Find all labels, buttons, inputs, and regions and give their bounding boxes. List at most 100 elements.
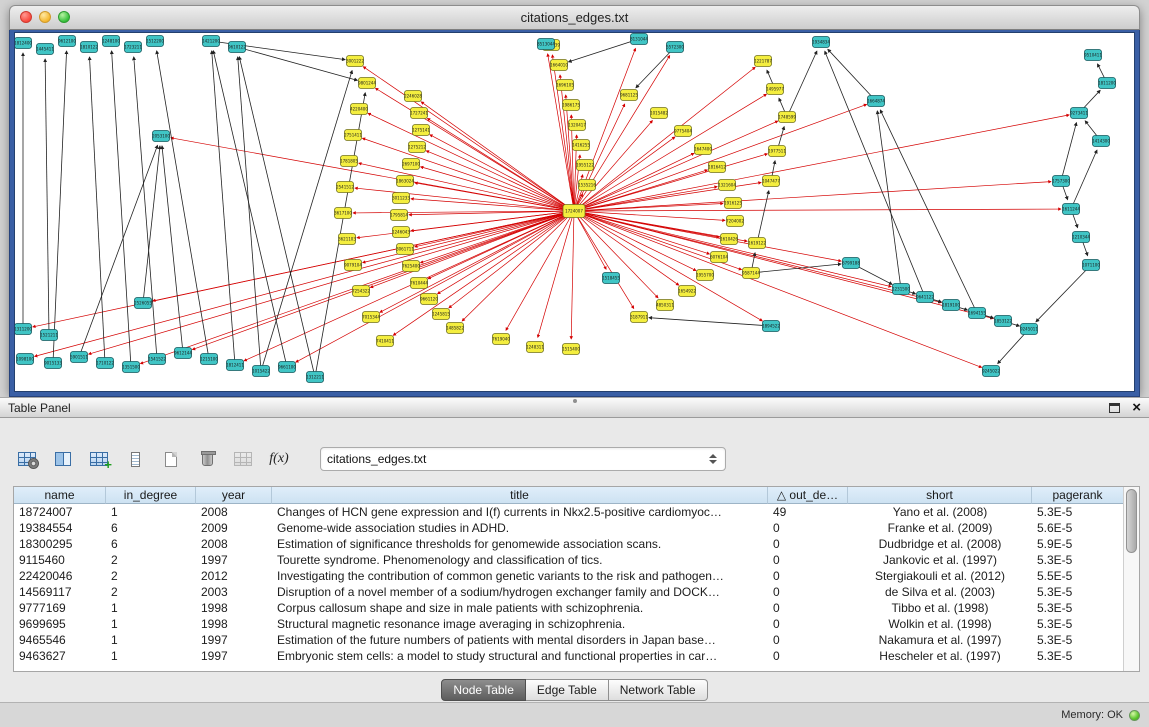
new-table-icon[interactable] [158,447,184,471]
graph-edge[interactable] [574,211,941,303]
graph-node[interactable] [843,258,860,269]
graph-node[interactable] [538,39,555,50]
graph-node[interactable] [969,308,986,319]
graph-node[interactable] [15,324,32,335]
graph-node[interactable] [175,348,192,359]
graph-node[interactable] [563,205,585,218]
graph-edge[interactable] [143,146,160,303]
graph-edge[interactable] [421,102,574,211]
graph-node[interactable] [393,193,410,204]
function-builder-icon[interactable]: f(x) [266,447,292,471]
graph-node[interactable] [743,268,760,279]
graph-node[interactable] [201,354,218,365]
graph-edge[interactable] [421,167,574,211]
graph-node[interactable] [767,84,784,95]
table-row[interactable]: 1872400712008Changes of HCN gene express… [14,504,1124,520]
column-header-name[interactable]: name [14,487,106,504]
graph-node[interactable] [983,366,1000,377]
graph-node[interactable] [943,300,960,311]
column-header-out_degree[interactable]: △ out_de… [768,487,848,504]
close-panel-icon[interactable]: × [1132,401,1141,415]
graph-edge[interactable] [571,211,574,339]
graph-node[interactable] [147,36,164,47]
graph-node[interactable] [409,142,426,153]
graph-edge[interactable] [363,67,574,211]
graph-edge[interactable] [426,151,574,211]
graph-node[interactable] [411,108,428,119]
graph-node[interactable] [81,42,98,53]
graph-node[interactable] [727,216,744,227]
graph-node[interactable] [397,244,414,255]
graph-node[interactable] [527,342,544,353]
graph-node[interactable] [755,56,772,67]
graph-node[interactable] [813,37,830,48]
graph-node[interactable] [411,278,428,289]
graph-node[interactable] [493,334,510,345]
graph-node[interactable] [421,294,438,305]
tab-edge-table[interactable]: Edge Table [526,679,609,701]
panel-splitter-handle[interactable] [573,399,577,403]
network-canvas[interactable]: 1724007224602817272411275141127521226971… [14,32,1135,392]
graph-edge[interactable] [574,211,982,367]
column-header-pagerank[interactable]: pagerank [1032,487,1124,504]
graph-edge[interactable] [574,94,766,211]
graph-node[interactable] [667,42,684,53]
table-row[interactable]: 2242004622012Investigating the contribut… [14,568,1124,584]
graph-node[interactable] [621,90,638,101]
graph-edge[interactable] [53,51,67,363]
graph-node[interactable] [345,260,362,271]
graph-edge[interactable] [787,51,817,117]
tab-node-table[interactable]: Node Table [441,679,526,701]
graph-node[interactable] [631,312,648,323]
graph-node[interactable] [709,162,726,173]
table-row[interactable]: 1830029562008Estimation of significance … [14,536,1124,552]
graph-node[interactable] [695,144,712,155]
graph-edge[interactable] [359,163,574,211]
graph-node[interactable] [393,227,410,238]
graph-node[interactable] [71,352,88,363]
graph-edge[interactable] [757,191,769,243]
graph-node[interactable] [1073,232,1090,243]
table-row[interactable]: 1456911722003Disruption of a novel membe… [14,584,1124,600]
graph-node[interactable] [1093,136,1110,147]
graph-node[interactable] [779,112,796,123]
graph-node[interactable] [1085,50,1102,61]
graph-edge[interactable] [430,135,574,211]
graph-edge[interactable] [825,51,925,297]
graph-node[interactable] [59,36,76,47]
graph-node[interactable] [149,354,166,365]
table-mode-icon[interactable] [14,447,40,471]
graph-node[interactable] [403,261,420,272]
graph-node[interactable] [153,131,170,142]
table-row[interactable]: 911546021997Tourette syndrome. Phenomeno… [14,552,1124,568]
graph-node[interactable] [345,130,362,141]
graph-node[interactable] [103,36,120,47]
graph-edge[interactable] [1061,123,1076,181]
minimize-window-button[interactable] [39,11,51,23]
graph-node[interactable] [917,292,934,303]
graph-edge[interactable] [574,104,867,211]
graph-node[interactable] [551,60,568,71]
graph-node[interactable] [1071,108,1088,119]
graph-edge[interactable] [566,95,574,211]
graph-edge[interactable] [548,54,574,211]
graph-edge[interactable] [574,209,1061,211]
graph-node[interactable] [631,34,648,45]
graph-node[interactable] [45,358,62,369]
graph-edge[interactable] [112,51,131,367]
graph-edge[interactable] [212,51,235,365]
graph-node[interactable] [569,120,586,131]
graph-edge[interactable] [552,55,574,211]
graph-node[interactable] [1021,324,1038,335]
import-table-icon[interactable] [230,447,256,471]
graph-edge[interactable] [261,71,352,371]
graph-node[interactable] [339,234,356,245]
graph-node[interactable] [397,176,414,187]
delete-table-icon[interactable] [194,447,220,471]
graph-node[interactable] [697,270,714,281]
graph-node[interactable] [377,336,394,347]
graph-node[interactable] [563,100,580,111]
graph-node[interactable] [1099,78,1116,89]
graph-edge[interactable] [171,138,574,211]
create-column-icon[interactable]: + [86,447,112,471]
